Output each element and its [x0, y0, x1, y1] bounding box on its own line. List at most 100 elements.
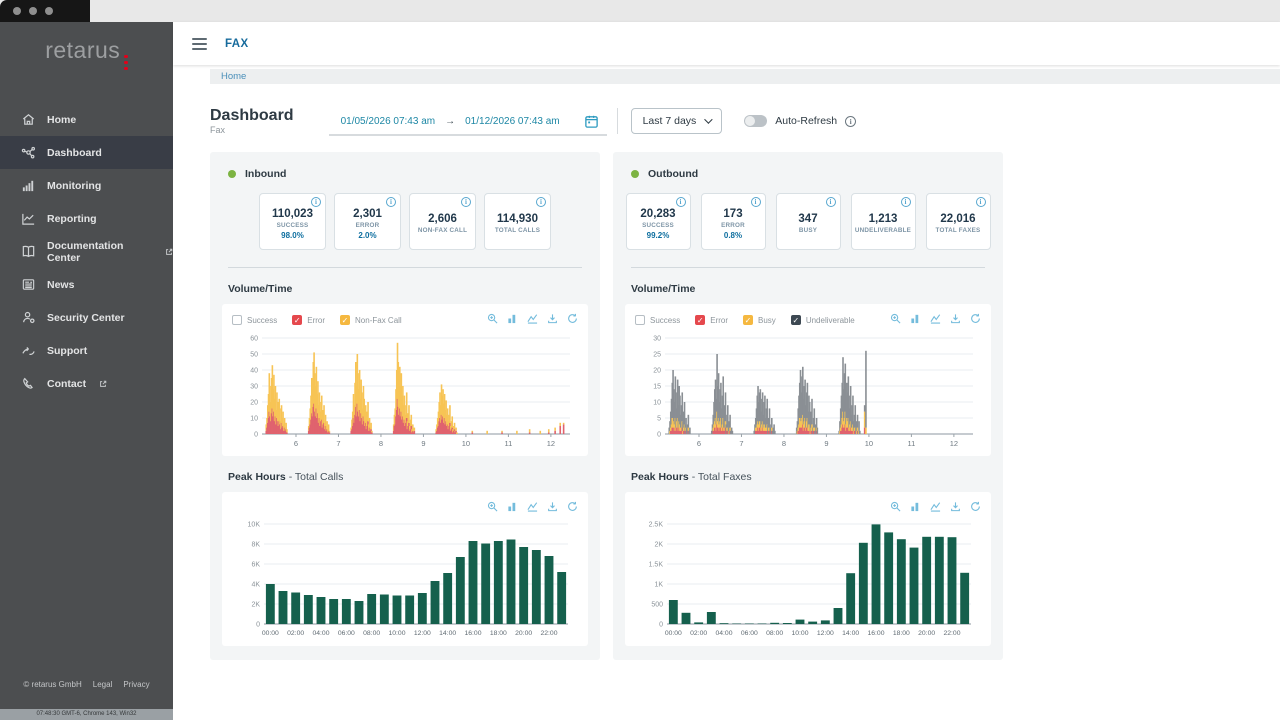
- calendar-icon[interactable]: [584, 114, 599, 129]
- axis-scale-icon[interactable]: [527, 313, 538, 324]
- checkbox-unchecked[interactable]: [635, 315, 645, 325]
- legend-busy[interactable]: ✓ Busy: [743, 315, 776, 325]
- download-icon[interactable]: [547, 501, 558, 512]
- sidebar-item-dashboard[interactable]: Dashboard: [0, 136, 173, 169]
- info-icon[interactable]: [461, 197, 471, 207]
- privacy-link[interactable]: Privacy: [123, 680, 149, 689]
- outbound-peak-chart: 05001K1.5K2K2.5K00:0002:0004:0006:0008:0…: [635, 516, 979, 640]
- refresh-icon[interactable]: [970, 313, 981, 324]
- info-icon[interactable]: [311, 197, 321, 207]
- legend-success[interactable]: Success: [232, 315, 277, 325]
- sidebar-item-home[interactable]: Home: [0, 103, 173, 136]
- svg-text:40: 40: [250, 368, 258, 375]
- refresh-icon[interactable]: [970, 501, 981, 512]
- svg-text:18:00: 18:00: [893, 630, 910, 637]
- bar-chart-icon[interactable]: [910, 501, 921, 512]
- sidebar-item-contact[interactable]: Contact: [0, 367, 173, 400]
- zoom-in-icon[interactable]: [487, 501, 498, 512]
- svg-text:12: 12: [547, 439, 555, 448]
- info-icon[interactable]: [901, 197, 911, 207]
- date-from-field[interactable]: 01/05/2026 07:43 am: [341, 116, 436, 127]
- legend-error[interactable]: ✓ Error: [292, 315, 325, 325]
- sidebar-item-label: Dashboard: [47, 147, 102, 159]
- sidebar-item-documentation-center[interactable]: Documentation Center: [0, 235, 173, 268]
- legend-success[interactable]: Success: [635, 315, 680, 325]
- window-minimize-button[interactable]: [29, 7, 37, 15]
- sidebar-item-security-center[interactable]: Security Center: [0, 301, 173, 334]
- zoom-in-icon[interactable]: [890, 501, 901, 512]
- svg-text:8K: 8K: [251, 542, 260, 549]
- window-close-button[interactable]: [13, 7, 21, 15]
- sidebar-item-reporting[interactable]: Reporting: [0, 202, 173, 235]
- axis-scale-icon[interactable]: [930, 313, 941, 324]
- bar-chart-icon[interactable]: [910, 313, 921, 324]
- download-icon[interactable]: [950, 313, 961, 324]
- svg-text:00:00: 00:00: [262, 630, 279, 637]
- sidebar-item-news[interactable]: News: [0, 268, 173, 301]
- date-to-field[interactable]: 01/12/2026 07:43 am: [465, 116, 560, 127]
- download-icon[interactable]: [547, 313, 558, 324]
- info-icon[interactable]: [845, 116, 856, 127]
- logo-text: retarus: [45, 37, 120, 63]
- stat-percent: 0.8%: [724, 231, 742, 240]
- svg-text:50: 50: [250, 352, 258, 359]
- legend-nonfax[interactable]: ✓ Non-Fax Call: [340, 315, 402, 325]
- info-icon[interactable]: [751, 197, 761, 207]
- zoom-in-icon[interactable]: [487, 313, 498, 324]
- time-range-dropdown[interactable]: Last 7 days: [631, 108, 723, 134]
- info-icon[interactable]: [536, 197, 546, 207]
- bar-chart-icon[interactable]: [507, 501, 518, 512]
- sidebar-nav: Home Dashboard Monitoring Reporting Docu…: [0, 103, 173, 400]
- sidebar-item-label: Contact: [47, 378, 86, 390]
- sidebar-item-label: Documentation Center: [47, 240, 152, 264]
- download-icon[interactable]: [950, 501, 961, 512]
- outbound-panel-header: Outbound: [613, 152, 1003, 180]
- info-icon[interactable]: [976, 197, 986, 207]
- svg-text:1K: 1K: [654, 582, 663, 589]
- hamburger-menu-icon[interactable]: [192, 38, 207, 50]
- stat-value: 2,606: [428, 213, 457, 225]
- svg-text:5: 5: [657, 416, 661, 423]
- info-icon[interactable]: [386, 197, 396, 207]
- stat-label: UNDELIVERABLE: [855, 227, 911, 234]
- time-range-value: Last 7 days: [643, 115, 697, 127]
- legal-link[interactable]: Legal: [93, 680, 113, 689]
- info-icon[interactable]: [676, 197, 686, 207]
- svg-text:16:00: 16:00: [464, 630, 481, 637]
- app-title: FAX: [225, 38, 249, 50]
- security-user-icon: [21, 310, 36, 325]
- stat-value: 347: [798, 213, 817, 225]
- book-icon: [21, 244, 36, 259]
- breadcrumb-home-link[interactable]: Home: [221, 71, 246, 82]
- zoom-in-icon[interactable]: [890, 313, 901, 324]
- checkbox-checked[interactable]: ✓: [340, 315, 350, 325]
- axis-scale-icon[interactable]: [527, 501, 538, 512]
- refresh-icon[interactable]: [567, 313, 578, 324]
- checkbox-checked[interactable]: ✓: [292, 315, 302, 325]
- checkbox-checked[interactable]: ✓: [695, 315, 705, 325]
- sidebar-item-label: Home: [47, 114, 76, 126]
- svg-text:10:00: 10:00: [388, 630, 405, 637]
- bar-chart-icon[interactable]: [507, 313, 518, 324]
- date-range-picker[interactable]: 01/05/2026 07:43 am → 01/12/2026 07:43 a…: [329, 108, 607, 136]
- stat-value: 114,930: [497, 213, 538, 225]
- legend-undeliverable[interactable]: ✓ Undeliverable: [791, 315, 855, 325]
- legend-error[interactable]: ✓ Error: [695, 315, 728, 325]
- info-icon[interactable]: [826, 197, 836, 207]
- auto-refresh-toggle[interactable]: [744, 115, 767, 127]
- checkbox-checked[interactable]: ✓: [743, 315, 753, 325]
- arrow-right-icon: →: [445, 116, 455, 127]
- refresh-icon[interactable]: [567, 501, 578, 512]
- reporting-linechart-icon: [21, 211, 36, 226]
- checkbox-checked[interactable]: ✓: [791, 315, 801, 325]
- sidebar-item-support[interactable]: Support: [0, 334, 173, 367]
- sidebar-item-monitoring[interactable]: Monitoring: [0, 169, 173, 202]
- window-zoom-button[interactable]: [45, 7, 53, 15]
- dashboard-toolbar: Dashboard Fax 01/05/2026 07:43 am → 01/1…: [210, 108, 1280, 136]
- svg-text:7: 7: [336, 439, 340, 448]
- axis-scale-icon[interactable]: [930, 501, 941, 512]
- breadcrumb: Home: [210, 69, 1280, 84]
- sidebar-item-label: News: [47, 279, 74, 291]
- stat-value: 1,213: [869, 213, 898, 225]
- checkbox-unchecked[interactable]: [232, 315, 242, 325]
